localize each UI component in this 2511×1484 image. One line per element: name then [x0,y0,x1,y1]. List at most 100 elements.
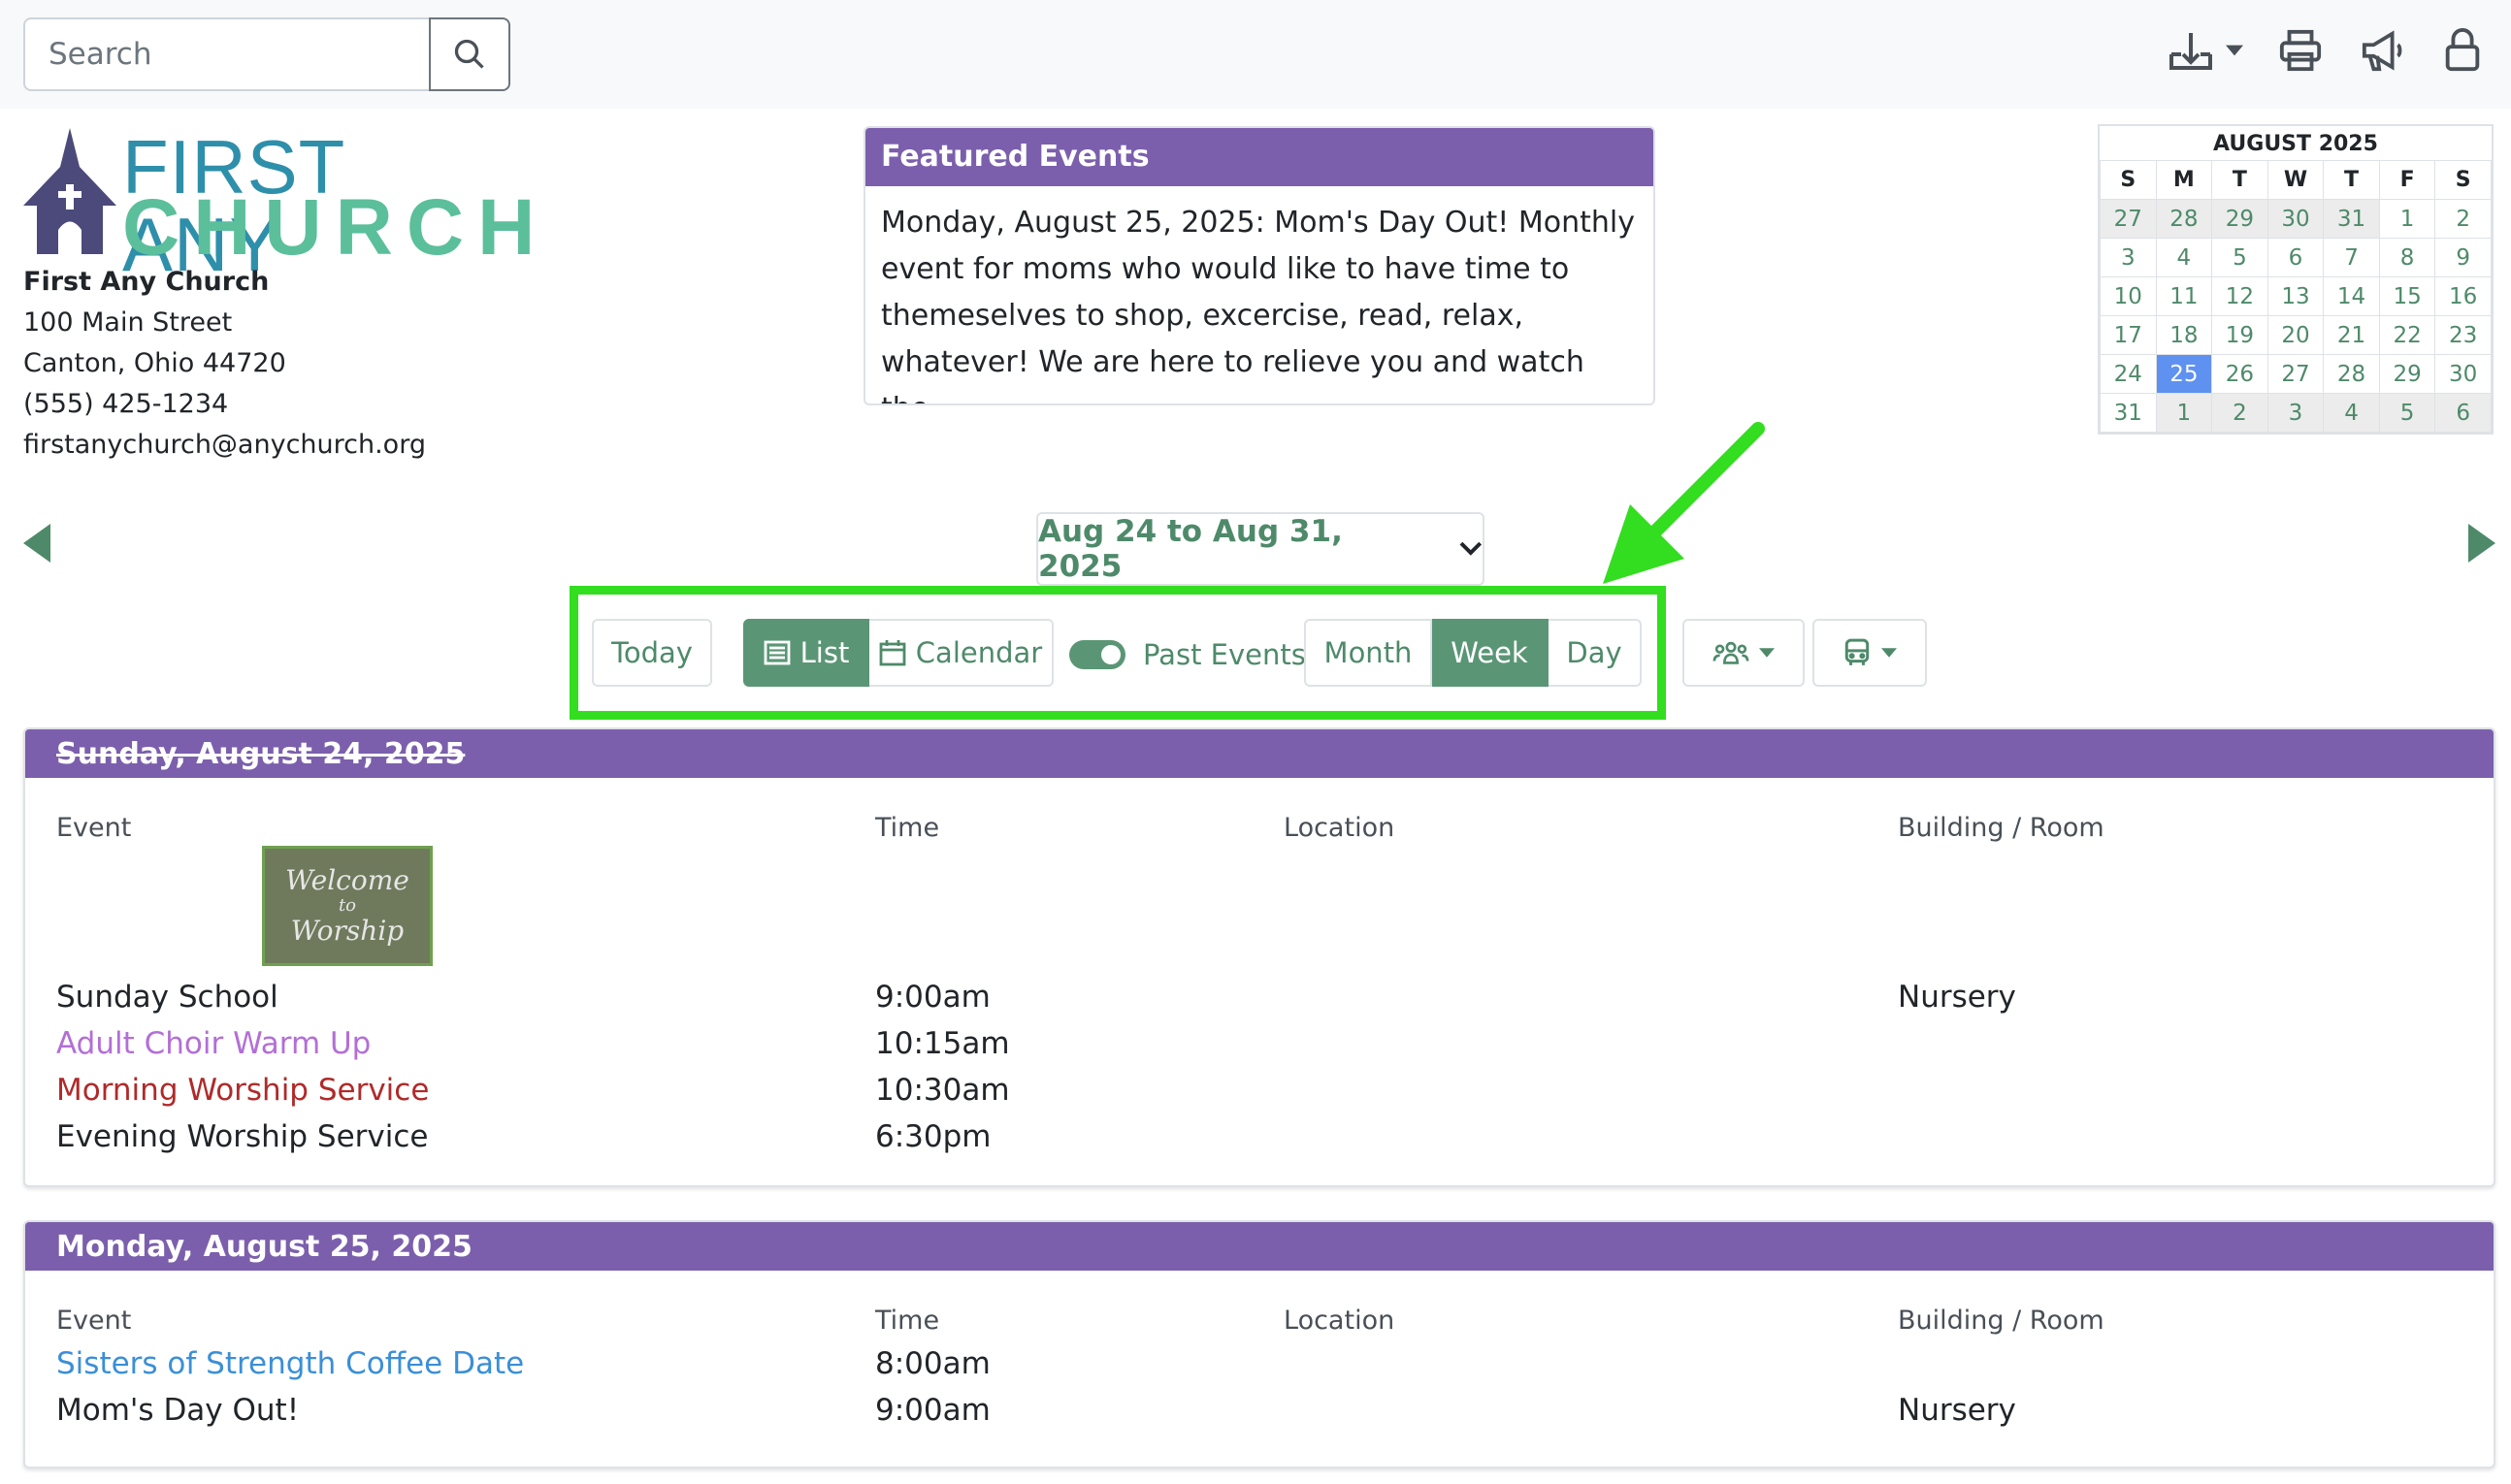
past-events-toggle[interactable]: Past Events [1069,638,1306,671]
previous-week-arrow-icon[interactable] [23,524,50,563]
date-range-label: Aug 24 to Aug 31, 2025 [1038,514,1343,584]
event-name[interactable]: Evening Worship Service [56,1119,429,1154]
calendar-day[interactable]: 11 [2155,276,2213,316]
annotation-arrow-icon [1603,422,1765,584]
calendar-day[interactable]: 10 [2100,276,2157,316]
event-name-link[interactable]: Adult Choir Warm Up [56,1026,371,1061]
column-room: Building / Room [1898,1306,2104,1336]
calendar-day[interactable]: 9 [2434,238,2492,277]
calendar-day[interactable]: 4 [2155,238,2213,277]
event-row: Mom's Day Out! 9:00am Nursery [25,1393,2494,1439]
print-icon[interactable] [2278,28,2323,73]
month-button[interactable]: Month [1304,619,1432,687]
calendar-view-button[interactable]: Calendar [869,619,1054,687]
church-info: First Any Church 100 Main Street Canton,… [23,262,426,466]
weekday-label: S [2434,160,2492,200]
welcome-to-worship-image[interactable]: Welcome to Worship [262,846,433,966]
next-week-arrow-icon[interactable] [2468,524,2495,563]
calendar-day[interactable]: 29 [2211,199,2268,239]
calendar-day[interactable]: 17 [2100,315,2157,355]
column-event: Event [56,813,132,843]
calendar-view-label: Calendar [915,636,1043,669]
calendar-day[interactable]: 27 [2100,199,2157,239]
past-events-switch[interactable] [1069,640,1125,669]
calendar-day[interactable]: 16 [2434,276,2492,316]
calendar-day[interactable]: 19 [2211,315,2268,355]
caret-down-icon [2226,45,2243,56]
caret-down-icon [1881,648,1897,658]
bus-icon [1844,638,1870,665]
calendar-day[interactable]: 12 [2211,276,2268,316]
calendar-day[interactable]: 1 [2155,393,2213,433]
church-email: firstanychurch@anychurch.org [23,430,426,460]
event-name[interactable]: Sunday School [56,980,278,1015]
download-menu-button[interactable] [2166,27,2243,74]
calendar-day[interactable]: 31 [2100,393,2157,433]
calendar-day[interactable]: 13 [2266,276,2325,316]
calendar-day[interactable]: 8 [2378,238,2436,277]
calendar-day[interactable]: 24 [2100,354,2157,394]
church-logo[interactable]: FIRST ANY CHURCH [21,128,535,283]
top-bar [0,0,2511,109]
calendar-day[interactable]: 4 [2323,393,2380,433]
today-button[interactable]: Today [592,619,712,687]
date-range-dropdown[interactable]: Aug 24 to Aug 31, 2025 [1036,512,1484,586]
logo-text-bottom: CHURCH [122,183,549,272]
calendar-day[interactable]: 2 [2211,393,2268,433]
calendar-day[interactable]: 5 [2378,393,2436,433]
search-button[interactable] [429,17,510,91]
calendar-day[interactable]: 1 [2378,199,2436,239]
weekday-label: M [2155,160,2213,200]
calendar-day[interactable]: 5 [2211,238,2268,277]
event-row: Adult Choir Warm Up 10:15am [25,1026,2494,1073]
mini-calendar-week: 31 1 2 3 4 5 6 [2100,393,2492,433]
calendar-day[interactable]: 15 [2378,276,2436,316]
search-input[interactable] [23,17,429,91]
month-button-label: Month [1323,636,1413,669]
church-city: Canton, Ohio 44720 [23,348,286,378]
calendar-day[interactable]: 21 [2323,315,2380,355]
event-name-link[interactable]: Morning Worship Service [56,1073,429,1108]
day-card-sunday: Sunday, August 24, 2025 Event Time Locat… [23,727,2495,1187]
transport-filter-button[interactable] [1812,619,1927,687]
calendar-day[interactable]: 28 [2323,354,2380,394]
column-location: Location [1284,1306,1395,1336]
list-view-button[interactable]: List [743,619,869,687]
search-group [23,17,510,91]
calendar-day[interactable]: 29 [2378,354,2436,394]
calendar-day-today[interactable]: 25 [2155,354,2213,394]
calendar-day[interactable]: 3 [2266,393,2325,433]
featured-event-text[interactable]: Monday, August 25, 2025: Mom's Day Out! … [865,186,1653,403]
image-text: Welcome [285,864,409,896]
calendar-day[interactable]: 3 [2100,238,2157,277]
calendar-day[interactable]: 23 [2434,315,2492,355]
event-row: Sisters of Strength Coffee Date 8:00am [25,1346,2494,1393]
calendar-day[interactable]: 31 [2323,199,2380,239]
week-button[interactable]: Week [1432,619,1549,687]
calendar-day[interactable]: 22 [2378,315,2436,355]
calendar-day[interactable]: 2 [2434,199,2492,239]
list-view-label: List [799,636,850,669]
week-button-label: Week [1451,636,1528,669]
megaphone-icon[interactable] [2358,28,2408,73]
event-name-link[interactable]: Sisters of Strength Coffee Date [56,1346,524,1381]
calendar-day[interactable]: 28 [2155,199,2213,239]
event-name[interactable]: Mom's Day Out! [56,1393,299,1428]
groups-filter-button[interactable] [1682,619,1805,687]
users-icon [1712,641,1749,664]
calendar-day[interactable]: 30 [2266,199,2325,239]
calendar-day[interactable]: 6 [2266,238,2325,277]
calendar-day[interactable]: 26 [2211,354,2268,394]
calendar-day[interactable]: 27 [2266,354,2325,394]
day-button[interactable]: Day [1549,619,1642,687]
image-text: Worship [290,915,405,947]
view-type-group: List Calendar [743,619,1054,687]
calendar-day[interactable]: 20 [2266,315,2325,355]
event-room: Nursery [1898,980,2016,1015]
calendar-day[interactable]: 30 [2434,354,2492,394]
calendar-day[interactable]: 6 [2434,393,2492,433]
calendar-day[interactable]: 7 [2323,238,2380,277]
calendar-day[interactable]: 14 [2323,276,2380,316]
calendar-day[interactable]: 18 [2155,315,2213,355]
lock-icon[interactable] [2443,28,2482,73]
